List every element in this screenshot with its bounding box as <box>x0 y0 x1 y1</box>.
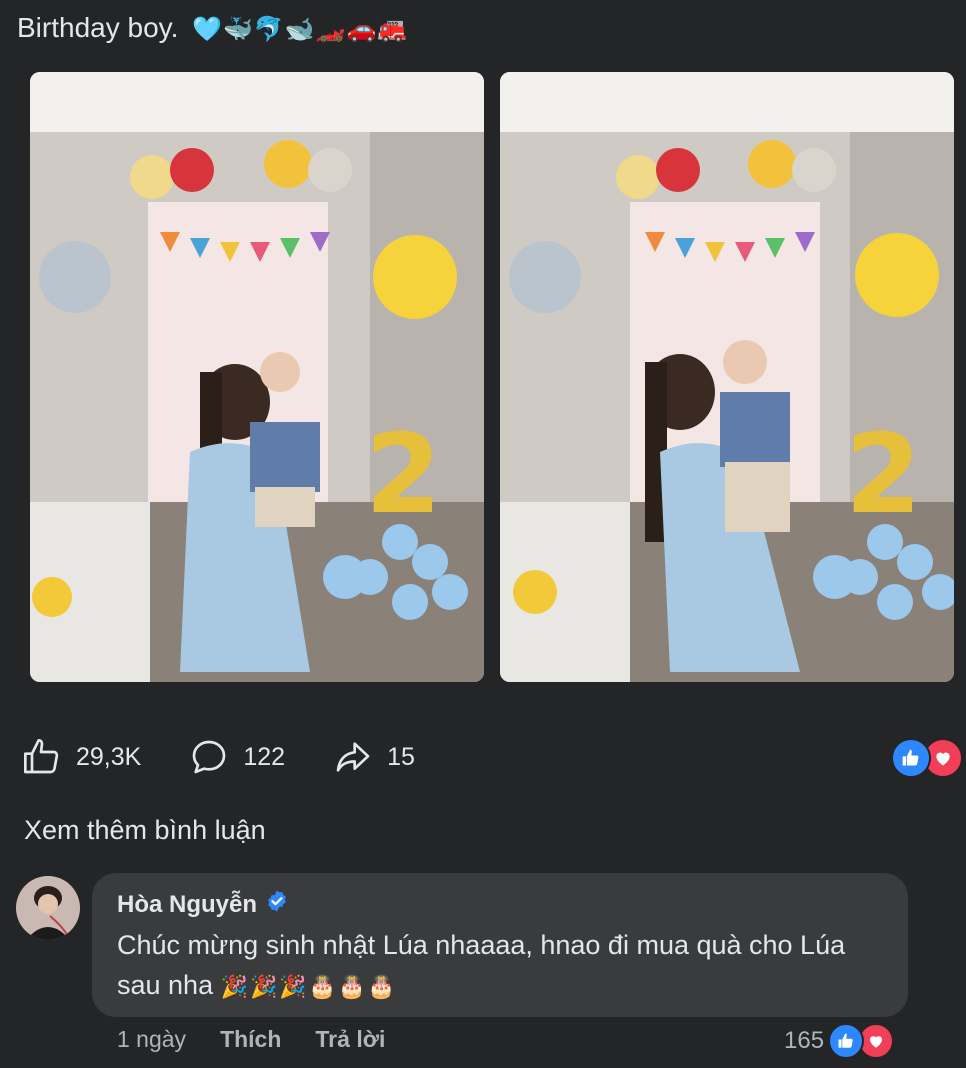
comment-body: Chúc mừng sinh nhật Lúa nhaaaa, hnao đi … <box>117 925 887 1007</box>
comment-count: 122 <box>243 742 286 771</box>
photo-1-illustration: 2 <box>30 72 484 682</box>
post-action-bar: 29,3K 122 15 <box>22 734 463 780</box>
comment-button[interactable]: 122 <box>189 737 285 777</box>
comment-meta: 1 ngày Thích Trả lời <box>117 1026 419 1053</box>
commenter-avatar[interactable] <box>16 876 80 940</box>
comment-like-button[interactable]: Thích <box>220 1026 281 1053</box>
like-button[interactable]: 29,3K <box>22 737 141 777</box>
comment-time[interactable]: 1 ngày <box>117 1026 186 1053</box>
comment-emojis: 🎉🎉🎉🎂🎂🎂 <box>220 974 397 999</box>
post-reactions[interactable] <box>891 738 965 778</box>
comment-like-reaction-icon <box>828 1023 865 1059</box>
post-photo-1[interactable]: 2 <box>30 72 484 682</box>
svg-text:2: 2 <box>845 410 922 538</box>
comment-author-name: Hòa Nguyễn <box>117 890 258 918</box>
comment-bubble: Hòa Nguyễn Chúc mừng sinh nhật Lúa nhaaa… <box>92 873 908 1017</box>
share-arrow-icon <box>336 742 370 772</box>
like-count: 29,3K <box>76 742 142 771</box>
comment-author[interactable]: Hòa Nguyễn <box>117 889 289 920</box>
post-caption: Birthday boy. 🩵🐳🐬🐋🏎️🚗🚒 <box>17 12 408 44</box>
photo-2-illustration: 2 <box>500 72 954 682</box>
view-more-comments-link[interactable]: Xem thêm bình luận <box>24 815 266 846</box>
like-reaction-icon <box>891 738 931 778</box>
svg-text:2: 2 <box>365 410 442 538</box>
comment-reaction-count: 165 <box>784 1027 825 1054</box>
comment-bubble-icon <box>193 740 226 774</box>
comment-reactions[interactable]: 165 <box>784 1023 895 1059</box>
share-count: 15 <box>387 742 415 771</box>
caption-text: Birthday boy. <box>17 12 179 43</box>
thumbs-up-icon <box>24 739 59 774</box>
post-photo-2[interactable]: 2 <box>500 72 954 682</box>
verified-badge-icon <box>265 889 289 920</box>
share-button[interactable]: 15 <box>333 737 415 777</box>
caption-emojis: 🩵🐳🐬🐋🏎️🚗🚒 <box>192 16 409 43</box>
comment-reply-button[interactable]: Trả lời <box>315 1026 385 1053</box>
